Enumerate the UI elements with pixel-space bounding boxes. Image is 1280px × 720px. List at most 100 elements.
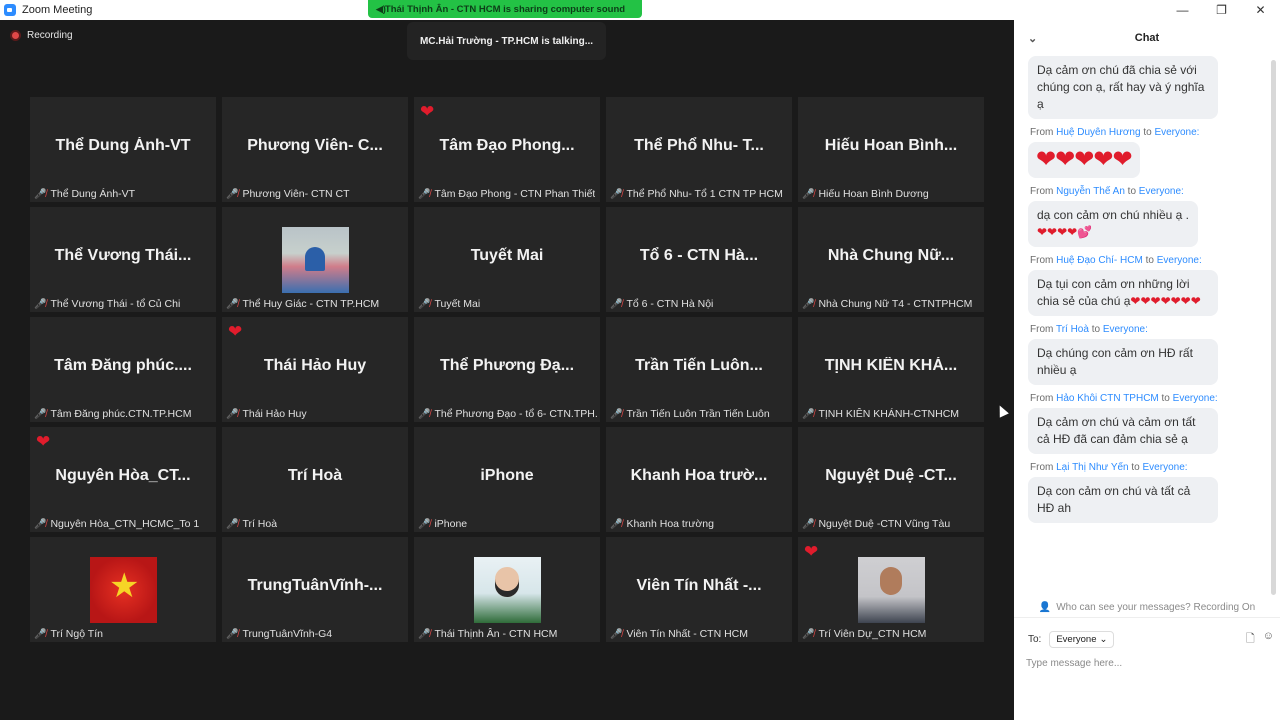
minimize-button[interactable]: — xyxy=(1163,0,1202,20)
recipient-name[interactable]: Everyone: xyxy=(1139,186,1184,197)
participant-display-name: Nguyệt Duệ -CT... xyxy=(825,467,957,484)
participant-label: 🎤̸ Thể Huy Giác - CTN TP.HCM xyxy=(226,298,379,310)
participant-tile[interactable]: ❤ Tâm Đạo Phong... 🎤̸ Tâm Đạo Phong - CTN… xyxy=(414,97,600,202)
participant-tile[interactable]: Tuyết Mai 🎤̸ Tuyết Mai xyxy=(414,207,600,312)
participant-photo xyxy=(282,227,349,293)
from-label: From xyxy=(1030,186,1054,197)
mic-muted-icon: 🎤̸ xyxy=(226,188,239,200)
participant-tile[interactable]: Khanh Hoa trườ... 🎤̸ Khanh Hoa trường xyxy=(606,427,792,532)
to-label: To: xyxy=(1028,633,1042,645)
participant-tile[interactable]: Viên Tín Nhất -... 🎤̸ Viên Tín Nhất - CTN… xyxy=(606,537,792,642)
participant-tile[interactable]: Thể Phương Đạ... 🎤̸ Thể Phương Đạo - tổ 6… xyxy=(414,317,600,422)
participant-tile[interactable]: Thể Dung Ánh-VT 🎤̸ Thể Dung Ánh-VT xyxy=(30,97,216,202)
participant-label: 🎤̸ Thể Phương Đạo - tổ 6- CTN.TPH... xyxy=(418,408,598,420)
participant-tile[interactable]: Tổ 6 - CTN Hà... 🎤̸ Tổ 6 - CTN Hà Nội xyxy=(606,207,792,312)
to-word: to xyxy=(1091,324,1101,335)
chat-privacy-notice[interactable]: 👤 Who can see your messages? Recording O… xyxy=(1014,598,1280,618)
participant-tile[interactable]: 🎤̸Trí Ngộ Tín xyxy=(30,537,216,642)
sender-name[interactable]: Lại Thị Như Yến xyxy=(1056,462,1128,473)
mic-muted-icon: 🎤̸ xyxy=(418,408,431,420)
participant-photo xyxy=(858,557,925,623)
active-speaker-indicator: MC.Hải Trường - TP.HCM is talking... xyxy=(407,22,606,60)
sender-name[interactable]: Huệ Đạo Chí- HCM xyxy=(1056,255,1143,266)
participant-tile[interactable]: Hiếu Hoan Bình... 🎤̸ Hiếu Hoan Bình Dương xyxy=(798,97,984,202)
participant-label-text: Trí Ngộ Tín xyxy=(50,628,103,640)
chat-scrollbar[interactable] xyxy=(1271,60,1276,595)
sender-name[interactable]: Hảo Khôi CTN TPHCM xyxy=(1056,393,1159,404)
recipient-name[interactable]: Everyone: xyxy=(1103,324,1148,335)
maximize-button[interactable]: ❐ xyxy=(1202,0,1241,20)
sender-name[interactable]: Trí Hoà xyxy=(1056,324,1089,335)
participant-label-text: iPhone xyxy=(434,518,468,530)
from-label: From xyxy=(1030,255,1054,266)
participant-label-text: Thể Vương Thái - tổ Củ Chi xyxy=(50,298,181,310)
chat-message-header: From Nguyễn Thế An to Everyone: xyxy=(1030,186,1274,197)
participant-label: 🎤̸ Nguyệt Duệ -CTN Vũng Tàu xyxy=(802,518,950,530)
participant-tile[interactable]: ❤ 🎤̸ Trí Viên Dự_CTN HCM xyxy=(798,537,984,642)
chat-message-input[interactable] xyxy=(1026,654,1266,672)
to-word: to xyxy=(1161,393,1170,404)
participant-label-text: Thể Huy Giác - CTN TP.HCM xyxy=(242,298,380,310)
recording-indicator[interactable]: Recording xyxy=(10,30,73,41)
participant-tile[interactable]: Thể Phổ Nhu- T... 🎤̸ Thể Phổ Nhu- Tổ 1 CT… xyxy=(606,97,792,202)
participant-display-name: Trần Tiến Luôn... xyxy=(635,357,763,374)
participant-tile[interactable]: ❤ Nguyên Hòa_CT... 🎤̸ Nguyên Hòa_CTN_HCMC… xyxy=(30,427,216,532)
participant-label: 🎤̸ Trí Ngộ Tín xyxy=(34,628,103,640)
participant-label-text: Tâm Đăng phúc.CTN.TP.HCM xyxy=(50,408,192,420)
mic-muted-icon: 🎤̸ xyxy=(802,298,815,310)
chat-bubble-text: dạ con cảm ơn chú nhiều ạ . xyxy=(1037,208,1189,222)
participant-tile[interactable]: ❤ Thái Hảo Huy 🎤̸ Thái Hảo Huy xyxy=(222,317,408,422)
participant-label: 🎤̸ Thể Vương Thái - tổ Củ Chi xyxy=(34,298,180,310)
participant-display-name: Nguyên Hòa_CT... xyxy=(55,467,191,484)
speaker-icon: ◀) xyxy=(376,4,386,14)
window-title: Zoom Meeting xyxy=(22,4,93,16)
recipient-dropdown[interactable]: Everyone ⌄ xyxy=(1049,630,1115,648)
chat-message-list[interactable]: Dạ cảm ơn chú đã chia sẻ với chúng con ạ… xyxy=(1028,56,1274,596)
emoji-icon[interactable]: ☺ xyxy=(1263,630,1274,649)
mic-muted-icon: 🎤̸ xyxy=(34,298,47,310)
participant-label-text: TỊNH KIÊN KHÁNH-CTNHCM xyxy=(818,408,960,420)
participant-tile[interactable]: iPhone 🎤̸ iPhone xyxy=(414,427,600,532)
chat-message-header: From Lại Thị Như Yến to Everyone: xyxy=(1030,462,1274,473)
participant-tile[interactable]: Tâm Đăng phúc.... 🎤̸ Tâm Đăng phúc.CTN.TP… xyxy=(30,317,216,422)
sender-name[interactable]: Huệ Duyên Hương xyxy=(1056,127,1140,138)
participant-label: 🎤̸ Tổ 6 - CTN Hà Nội xyxy=(610,298,713,310)
participant-tile[interactable]: TrungTuânVĩnh-... 🎤̸ TrungTuânVĩnh-G4 xyxy=(222,537,408,642)
participant-tile[interactable]: Trần Tiến Luôn... 🎤̸ Trần Tiến Luôn Trần … xyxy=(606,317,792,422)
participant-display-name: Hiếu Hoan Bình... xyxy=(824,137,958,154)
sharing-sound-banner[interactable]: ◀) Thái Thịnh Ân - CTN HCM is sharing co… xyxy=(368,0,642,18)
participant-label: 🎤̸ TrungTuânVĩnh-G4 xyxy=(226,628,332,640)
chat-message-header: From Trí Hoà to Everyone: xyxy=(1030,324,1274,335)
heart-reaction-icon: ❤ xyxy=(228,322,243,341)
participant-tile[interactable]: 🎤̸ Thể Huy Giác - CTN TP.HCM xyxy=(222,207,408,312)
participant-label: 🎤̸ TỊNH KIÊN KHÁNH-CTNHCM xyxy=(802,408,959,420)
sender-name[interactable]: Nguyễn Thế An xyxy=(1056,186,1125,197)
participant-tile[interactable]: 🎤̸ Thái Thịnh Ân - CTN HCM xyxy=(414,537,600,642)
participant-tile[interactable]: Phương Viên- C... 🎤̸ Phương Viên- CTN CT xyxy=(222,97,408,202)
recipient-name[interactable]: Everyone: xyxy=(1157,255,1202,266)
participant-tile[interactable]: Nguyệt Duệ -CT... 🎤̸ Nguyệt Duệ -CTN Vũng… xyxy=(798,427,984,532)
mic-muted-icon: 🎤̸ xyxy=(610,518,623,530)
recipient-name[interactable]: Everyone: xyxy=(1154,127,1199,138)
chat-bubble: Dạ chúng con cảm ơn HĐ rất nhiều ạ xyxy=(1028,339,1218,385)
participant-tile[interactable]: Trí Hoà 🎤̸ Trí Hoà xyxy=(222,427,408,532)
file-icon[interactable]: 🗋 xyxy=(1246,630,1255,649)
chevron-down-icon[interactable]: ⌄ xyxy=(1028,32,1037,45)
participant-tile[interactable]: Nhà Chung Nữ... 🎤̸ Nhà Chung Nữ T4 - CTNT… xyxy=(798,207,984,312)
participant-tile[interactable]: TỊNH KIÊN KHÁ... 🎤̸ TỊNH KIÊN KHÁNH-CTNHC… xyxy=(798,317,984,422)
mic-muted-icon: 🎤̸ xyxy=(34,518,47,530)
participant-label: 🎤̸ Thái Thịnh Ân - CTN HCM xyxy=(418,628,557,640)
recipient-name[interactable]: Everyone: xyxy=(1173,393,1218,404)
heart-emojis: ❤❤❤❤❤❤❤ xyxy=(1130,294,1201,308)
mic-muted-icon: 🎤̸ xyxy=(418,298,431,310)
mic-muted-icon: 🎤̸ xyxy=(226,298,239,310)
chat-bubble: Dạ tụi con cảm ơn những lời chia sẻ của … xyxy=(1028,270,1218,316)
mic-muted-icon: 🎤̸ xyxy=(418,188,431,200)
participant-label: 🎤̸ Viên Tín Nhất - CTN HCM xyxy=(610,628,748,640)
heart-reaction-icon: ❤ xyxy=(36,432,51,451)
chat-header: ⌄ Chat xyxy=(1014,20,1280,56)
close-window-button[interactable]: ✕ xyxy=(1241,0,1280,20)
participant-display-name: Nhà Chung Nữ... xyxy=(827,247,955,264)
recipient-name[interactable]: Everyone: xyxy=(1143,462,1188,473)
participant-tile[interactable]: Thể Vương Thái... 🎤̸ Thể Vương Thái - tổ … xyxy=(30,207,216,312)
